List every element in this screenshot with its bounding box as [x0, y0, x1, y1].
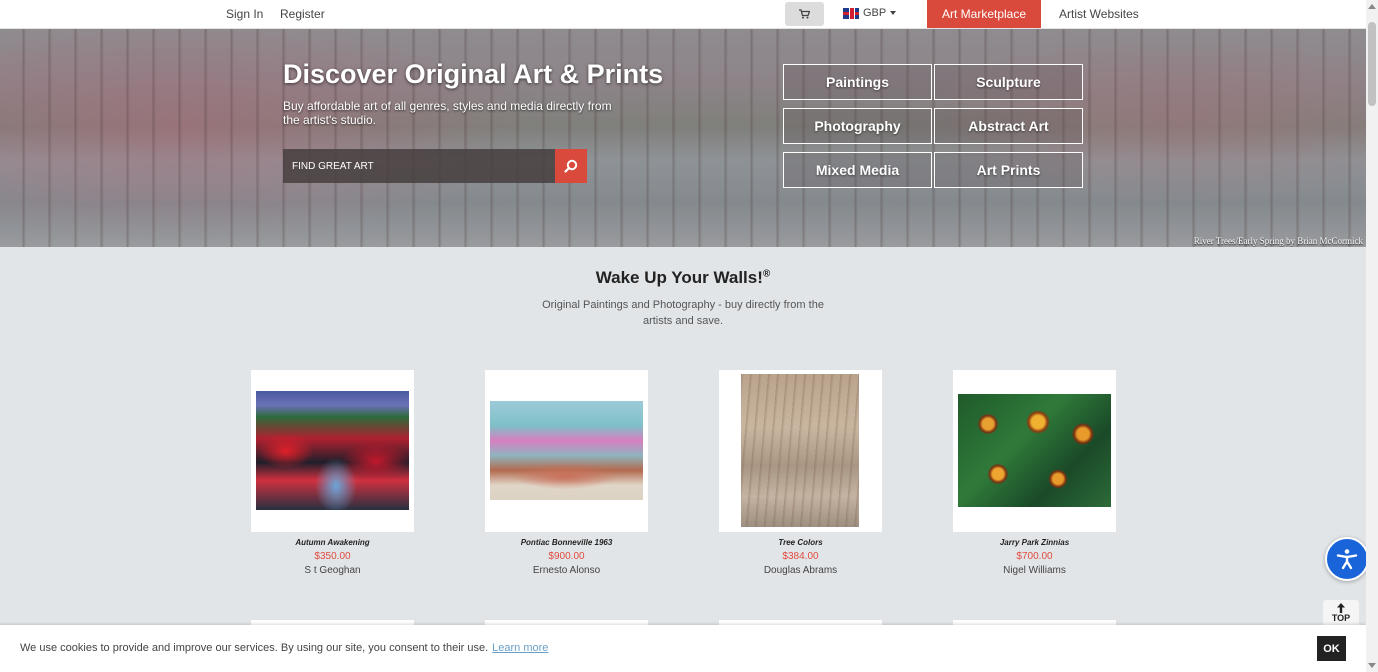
section-subtitle: Original Paintings and Photography - buy…	[542, 299, 824, 327]
hero-title: Discover Original Art & Prints	[283, 59, 664, 89]
search-icon	[564, 159, 578, 173]
scroll-thumb[interactable]	[1368, 22, 1376, 106]
accessibility-button[interactable]	[1325, 537, 1369, 581]
artwork-artist[interactable]: Nigel Williams	[953, 565, 1116, 576]
artwork-title[interactable]: Tree Colors	[719, 538, 882, 547]
section-title-text: Wake Up Your Walls!	[595, 268, 763, 287]
search-button[interactable]	[555, 149, 587, 183]
artwork-artist[interactable]: Douglas Abrams	[719, 565, 882, 576]
artwork-price: $384.00	[782, 551, 819, 562]
chevron-down-icon	[890, 11, 897, 15]
cart-icon	[799, 9, 810, 19]
category-art-prints-button[interactable]: Art Prints	[934, 152, 1083, 188]
artwork-card[interactable]: Jarry Park Zinnias $700.00 Nigel William…	[953, 370, 1116, 576]
category-photography-button[interactable]: Photography	[783, 108, 932, 144]
artwork-artist[interactable]: S t Geoghan	[251, 565, 414, 576]
category-paintings-button[interactable]: Paintings	[783, 64, 932, 100]
hero-overlay	[0, 29, 1366, 247]
hero-subtitle: Buy affordable art of all genres, styles…	[283, 99, 612, 127]
cookie-message: We use cookies to provide and improve ou…	[20, 642, 548, 654]
artwork-image[interactable]	[256, 391, 409, 510]
artwork-image[interactable]	[741, 374, 859, 527]
artwork-frame[interactable]	[485, 370, 648, 532]
top-bar: Sign In Register GBP Art Marketplace Art…	[0, 0, 1366, 29]
artwork-card[interactable]: Pontiac Bonneville 1963 $900.00 Ernesto …	[485, 370, 648, 576]
page-scrollbar[interactable]	[1366, 0, 1378, 672]
artist-websites-link[interactable]: Artist Websites	[1059, 7, 1139, 21]
scroll-up-icon[interactable]	[1368, 4, 1376, 9]
category-abstract-art-button[interactable]: Abstract Art	[934, 108, 1083, 144]
artwork-image[interactable]	[958, 394, 1111, 507]
learn-more-link[interactable]: Learn more	[492, 642, 548, 654]
artwork-price: $900.00	[548, 551, 585, 562]
cart-button[interactable]	[785, 2, 824, 26]
currency-label: GBP	[863, 7, 887, 19]
registered-mark: ®	[762, 268, 771, 280]
image-credit: River Trees/Early Spring by Brian McCorm…	[1193, 236, 1363, 246]
section-title: Wake Up Your Walls!®	[0, 268, 1366, 288]
uk-flag-icon	[843, 7, 859, 19]
artwork-title[interactable]: Jarry Park Zinnias	[953, 538, 1116, 547]
cookie-ok-button[interactable]: OK	[1317, 636, 1346, 661]
artwork-frame[interactable]	[251, 370, 414, 532]
artwork-title[interactable]: Pontiac Bonneville 1963	[485, 538, 648, 547]
back-to-top-label: TOP	[1331, 613, 1351, 623]
artwork-artist[interactable]: Ernesto Alonso	[485, 565, 648, 576]
artwork-card[interactable]: Tree Colors $384.00 Douglas Abrams	[719, 370, 882, 576]
category-mixed-media-button[interactable]: Mixed Media	[783, 152, 932, 188]
artwork-title[interactable]: Autumn Awakening	[251, 538, 414, 547]
artwork-price: $700.00	[1016, 551, 1053, 562]
art-marketplace-button[interactable]: Art Marketplace	[927, 0, 1041, 28]
artwork-image[interactable]	[490, 401, 643, 500]
hero-banner: Discover Original Art & Prints Buy affor…	[0, 29, 1366, 247]
category-grid: Paintings Sculpture Photography Abstract…	[783, 64, 1083, 188]
arrow-up-icon	[1337, 603, 1345, 613]
artwork-frame[interactable]	[719, 370, 882, 532]
accessibility-icon	[1336, 549, 1358, 570]
register-link[interactable]: Register	[280, 7, 325, 21]
currency-selector[interactable]: GBP	[843, 7, 897, 19]
sign-in-link[interactable]: Sign In	[226, 7, 263, 21]
artwork-price: $350.00	[314, 551, 351, 562]
search-input[interactable]: FIND GREAT ART	[283, 149, 555, 183]
cookie-banner: We use cookies to provide and improve ou…	[0, 625, 1366, 672]
scroll-down-icon[interactable]	[1368, 663, 1376, 668]
artwork-frame[interactable]	[953, 370, 1116, 532]
artwork-card[interactable]: Autumn Awakening $350.00 S t Geoghan	[251, 370, 414, 576]
cookie-text: We use cookies to provide and improve ou…	[20, 642, 489, 654]
category-sculpture-button[interactable]: Sculpture	[934, 64, 1083, 100]
